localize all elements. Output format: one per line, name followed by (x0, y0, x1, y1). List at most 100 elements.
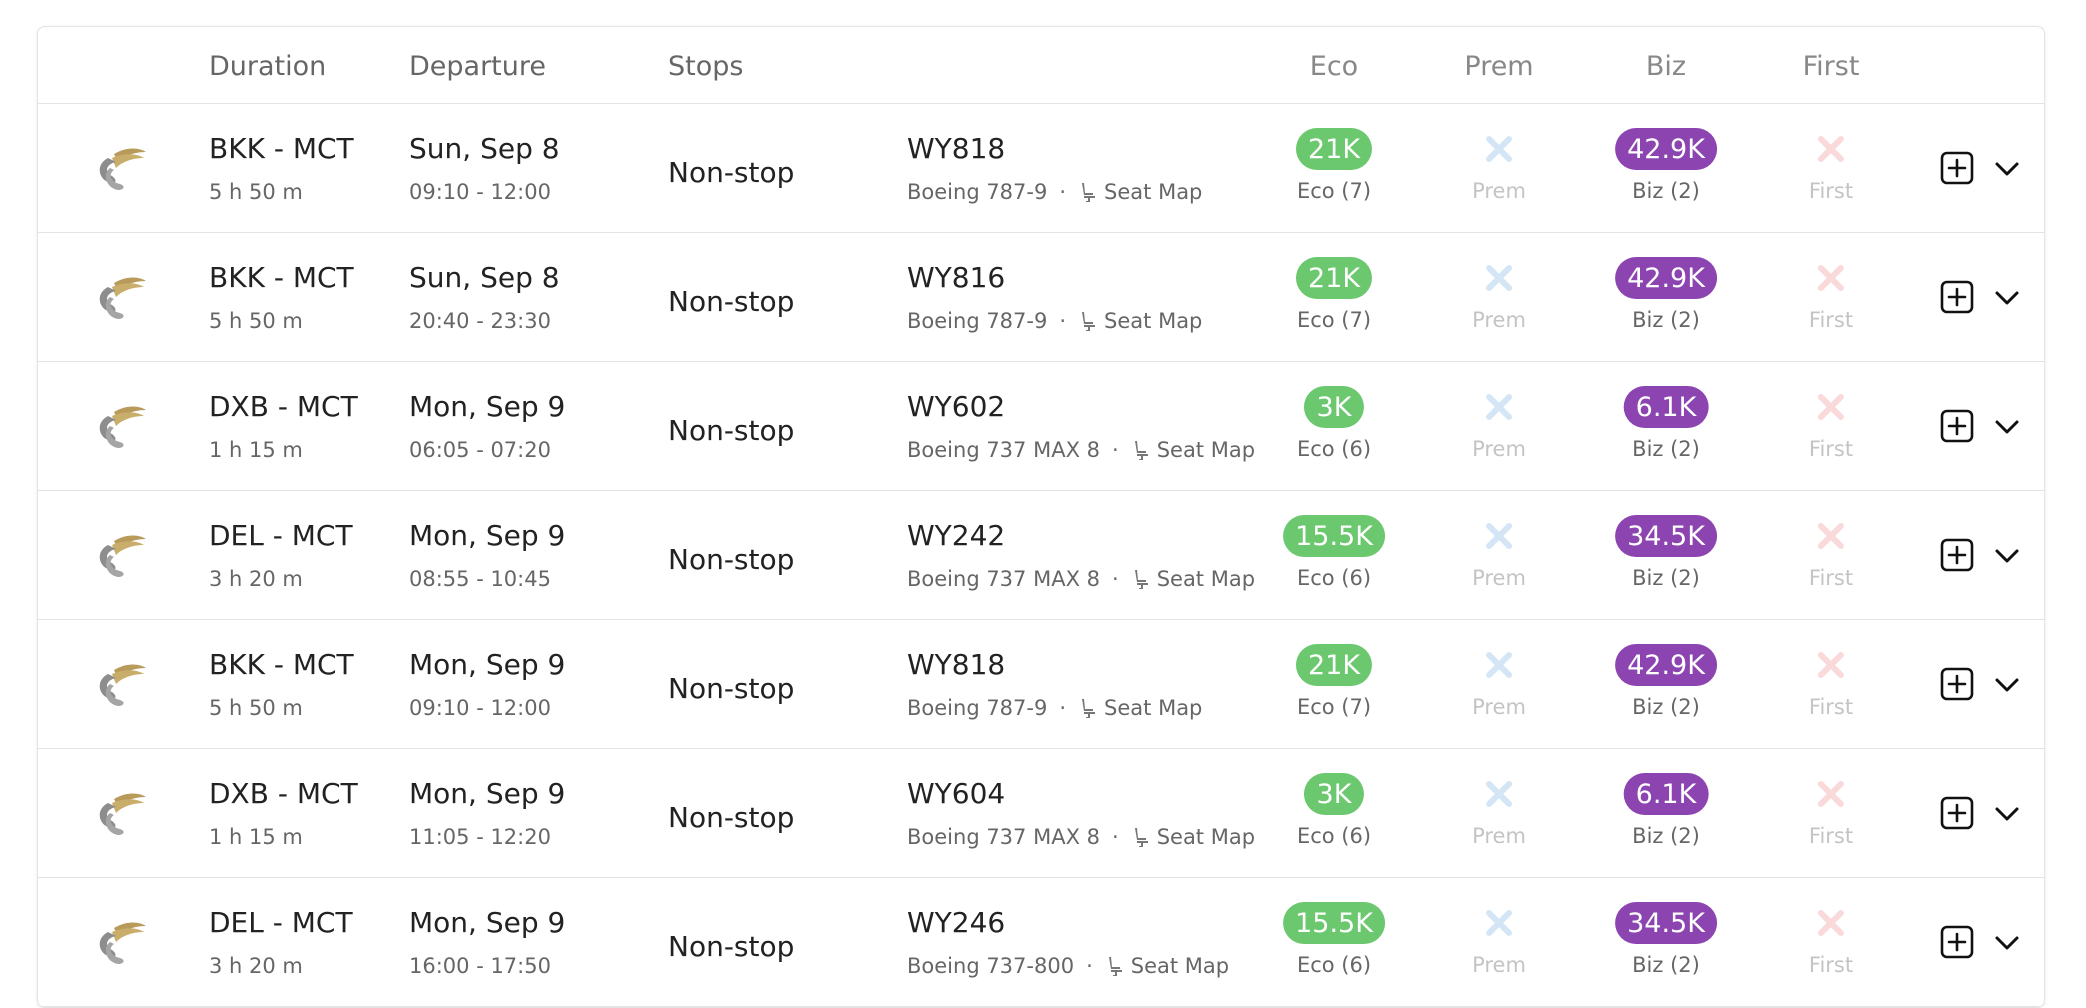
flight-number: WY818 (907, 648, 1006, 681)
departure-date: Mon, Sep 9 (409, 390, 566, 423)
first-cell: First (1809, 104, 1853, 203)
first-label: First (1808, 308, 1854, 332)
seat-map-link[interactable]: Seat Map (1078, 180, 1202, 204)
column-header-duration[interactable]: Duration (209, 51, 326, 82)
flight-row[interactable]: DXB - MCT 1 h 15 m Mon, Sep 9 11:05 - 12… (38, 749, 2044, 878)
eco-price-badge[interactable]: 21K (1295, 644, 1373, 686)
separator-dot: · (1112, 438, 1119, 462)
eco-cell[interactable]: 15.5K Eco (6) (1283, 878, 1385, 977)
seat-map-label[interactable]: Seat Map (1157, 567, 1255, 591)
flight-row[interactable]: BKK - MCT 5 h 50 m Sun, Sep 8 20:40 - 23… (38, 233, 2044, 362)
biz-price-badge[interactable]: 6.1K (1623, 773, 1709, 815)
seat-map-label[interactable]: Seat Map (1157, 438, 1255, 462)
seat-map-link[interactable]: Seat Map (1078, 309, 1202, 333)
column-header-biz[interactable]: Biz (1646, 51, 1686, 82)
prem-cell: Prem (1472, 362, 1526, 461)
flight-number: WY242 (907, 519, 1006, 552)
table-header: Duration Departure Stops Eco Prem Biz Fi… (38, 27, 2044, 104)
departure-time: 06:05 - 07:20 (409, 438, 551, 462)
seat-map-link[interactable]: Seat Map (1105, 954, 1229, 978)
biz-price-badge[interactable]: 42.9K (1615, 128, 1717, 170)
eco-cell[interactable]: 15.5K Eco (6) (1283, 491, 1385, 590)
biz-price-badge[interactable]: 42.9K (1615, 644, 1717, 686)
eco-cell[interactable]: 3K Eco (6) (1297, 362, 1371, 461)
add-flight-plus-icon[interactable] (1940, 538, 1974, 572)
biz-cell[interactable]: 42.9K Biz (2) (1615, 233, 1717, 332)
route: DEL - MCT (209, 519, 353, 552)
departure-date: Sun, Sep 8 (409, 132, 560, 165)
add-flight-plus-icon[interactable] (1940, 409, 1974, 443)
add-flight-plus-icon[interactable] (1940, 925, 1974, 959)
biz-price-badge[interactable]: 6.1K (1623, 386, 1709, 428)
flight-row[interactable]: BKK - MCT 5 h 50 m Sun, Sep 8 09:10 - 12… (38, 104, 2044, 233)
seat-map-link[interactable]: Seat Map (1131, 825, 1255, 849)
route: BKK - MCT (209, 261, 354, 294)
eco-cell[interactable]: 21K Eco (7) (1295, 233, 1373, 332)
first-label: First (1808, 824, 1854, 848)
aircraft-info: Boeing 787-9 · Seat Map (907, 309, 1202, 333)
aircraft-type: Boeing 787-9 (907, 180, 1048, 204)
eco-cell[interactable]: 3K Eco (6) (1297, 749, 1371, 848)
column-header-departure[interactable]: Departure (409, 51, 546, 82)
biz-cell[interactable]: 34.5K Biz (2) (1615, 878, 1717, 977)
seat-map-label[interactable]: Seat Map (1104, 180, 1202, 204)
seat-map-label[interactable]: Seat Map (1157, 825, 1255, 849)
seat-icon (1082, 312, 1096, 331)
biz-price-badge[interactable]: 42.9K (1615, 257, 1717, 299)
biz-cell[interactable]: 42.9K Biz (2) (1615, 620, 1717, 719)
biz-price-badge[interactable]: 34.5K (1615, 902, 1717, 944)
add-flight-plus-icon[interactable] (1940, 280, 1974, 314)
flight-rows: BKK - MCT 5 h 50 m Sun, Sep 8 09:10 - 12… (38, 104, 2044, 1007)
seat-map-label[interactable]: Seat Map (1104, 309, 1202, 333)
eco-price-badge[interactable]: 15.5K (1283, 902, 1385, 944)
prem-label: Prem (1472, 566, 1526, 590)
seat-map-link[interactable]: Seat Map (1131, 438, 1255, 462)
eco-cell[interactable]: 21K Eco (7) (1295, 620, 1373, 719)
flight-row[interactable]: DEL - MCT 3 h 20 m Mon, Sep 9 16:00 - 17… (38, 878, 2044, 1007)
biz-cell[interactable]: 42.9K Biz (2) (1615, 104, 1717, 203)
aircraft-info: Boeing 737-800 · Seat Map (907, 954, 1229, 978)
expand-chevron-down-icon[interactable] (1993, 675, 2021, 695)
column-header-prem[interactable]: Prem (1464, 51, 1533, 82)
seat-map-label[interactable]: Seat Map (1104, 696, 1202, 720)
expand-chevron-down-icon[interactable] (1993, 546, 2021, 566)
expand-chevron-down-icon[interactable] (1993, 933, 2021, 953)
biz-availability: Biz (2) (1632, 695, 1700, 719)
biz-cell[interactable]: 6.1K Biz (2) (1623, 362, 1709, 461)
biz-cell[interactable]: 34.5K Biz (2) (1615, 491, 1717, 590)
eco-price-badge[interactable]: 15.5K (1283, 515, 1385, 557)
expand-chevron-down-icon[interactable] (1993, 288, 2021, 308)
seat-map-link[interactable]: Seat Map (1131, 567, 1255, 591)
biz-price-badge[interactable]: 34.5K (1615, 515, 1717, 557)
add-flight-plus-icon[interactable] (1940, 667, 1974, 701)
stops: Non-stop (668, 930, 795, 963)
eco-cell[interactable]: 21K Eco (7) (1295, 104, 1373, 203)
add-flight-plus-icon[interactable] (1940, 796, 1974, 830)
eco-price-badge[interactable]: 3K (1304, 773, 1364, 815)
expand-chevron-down-icon[interactable] (1993, 417, 2021, 437)
aircraft-info: Boeing 787-9 · Seat Map (907, 696, 1202, 720)
flight-row[interactable]: DEL - MCT 3 h 20 m Mon, Sep 9 08:55 - 10… (38, 491, 2044, 620)
separator-dot: · (1059, 309, 1067, 333)
biz-availability: Biz (2) (1632, 308, 1700, 332)
aircraft-info: Boeing 737 MAX 8 · Seat Map (907, 438, 1255, 462)
prem-unavailable-x-icon (1478, 515, 1520, 557)
eco-price-badge[interactable]: 21K (1295, 128, 1373, 170)
expand-chevron-down-icon[interactable] (1993, 159, 2021, 179)
expand-chevron-down-icon[interactable] (1993, 804, 2021, 824)
column-header-first[interactable]: First (1803, 51, 1860, 82)
eco-price-badge[interactable]: 3K (1304, 386, 1364, 428)
biz-availability: Biz (2) (1632, 437, 1700, 461)
biz-cell[interactable]: 6.1K Biz (2) (1623, 749, 1709, 848)
flight-row[interactable]: DXB - MCT 1 h 15 m Mon, Sep 9 06:05 - 07… (38, 362, 2044, 491)
flight-duration: 5 h 50 m (209, 180, 303, 204)
biz-availability: Biz (2) (1632, 179, 1700, 203)
eco-price-badge[interactable]: 21K (1295, 257, 1373, 299)
seat-map-link[interactable]: Seat Map (1078, 696, 1202, 720)
flight-row[interactable]: BKK - MCT 5 h 50 m Mon, Sep 9 09:10 - 12… (38, 620, 2044, 749)
column-header-stops[interactable]: Stops (668, 51, 743, 82)
airline-logo-icon (99, 277, 146, 319)
column-header-eco[interactable]: Eco (1310, 51, 1358, 82)
seat-map-label[interactable]: Seat Map (1131, 954, 1229, 978)
add-flight-plus-icon[interactable] (1940, 151, 1974, 185)
